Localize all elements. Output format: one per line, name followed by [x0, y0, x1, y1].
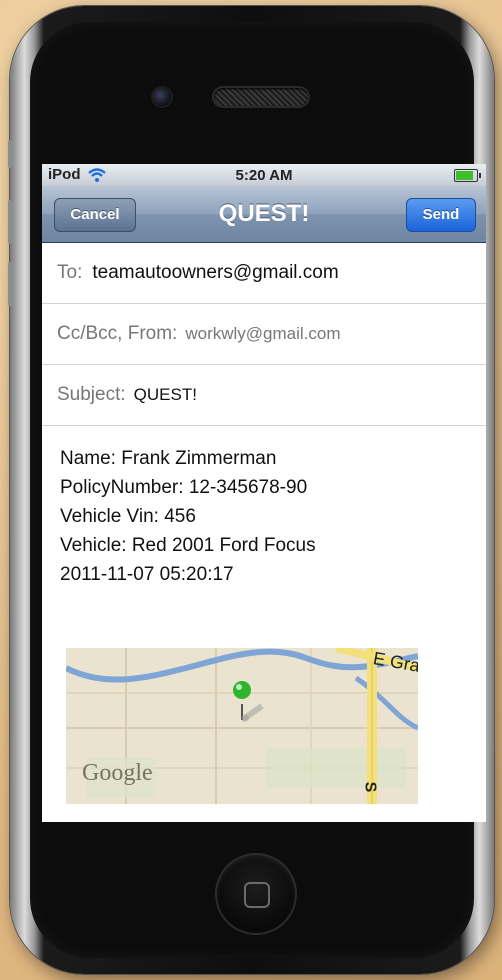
body-line-timestamp: 2011-11-07 05:20:17: [60, 564, 234, 585]
body-line-vin: Vehicle Vin: 456: [60, 506, 196, 527]
cc-bcc-from-label: Cc/Bcc, From:: [57, 323, 178, 344]
from-address[interactable]: workwly@gmail.com: [185, 324, 340, 344]
status-time: 5:20 AM: [235, 167, 293, 184]
volume-down-button: [8, 262, 13, 306]
mute-switch: [8, 140, 13, 168]
cc-bcc-from-field[interactable]: Cc/Bcc, From: workwly@gmail.com: [42, 304, 486, 365]
to-recipient[interactable]: teamautoowners@gmail.com: [92, 262, 338, 284]
subject-field[interactable]: Subject: QUEST!: [42, 365, 486, 426]
body-line-policy: PolicyNumber: 12-345678-90: [60, 477, 308, 498]
earpiece-speaker: [214, 88, 308, 106]
home-button[interactable]: [217, 855, 295, 933]
mail-compose-screen: iPod 5:20 AM Cancel QUEST! Send To: team…: [42, 164, 486, 822]
subject-label: Subject:: [57, 384, 126, 405]
battery-icon: [454, 169, 481, 182]
map-attachment[interactable]: E Gra S Google: [66, 648, 418, 804]
front-camera: [153, 88, 171, 106]
status-bar: iPod 5:20 AM: [42, 164, 486, 186]
body-line-name: Name: Frank Zimmerman: [60, 448, 277, 469]
google-attribution-logo: Google: [82, 760, 153, 786]
volume-up-button: [8, 200, 13, 244]
body-line-vehicle: Vehicle: Red 2001 Ford Focus: [60, 535, 316, 556]
send-button[interactable]: Send: [406, 198, 476, 232]
to-field[interactable]: To: teamautoowners@gmail.com: [42, 243, 486, 304]
to-label: To:: [57, 262, 83, 283]
map-street-label-right: S: [361, 781, 379, 793]
subject-input[interactable]: QUEST!: [134, 385, 197, 405]
navigation-bar: Cancel QUEST! Send: [42, 186, 486, 243]
home-square-icon: [244, 882, 270, 908]
message-body[interactable]: Name: Frank Zimmerman PolicyNumber: 12-3…: [42, 426, 486, 589]
